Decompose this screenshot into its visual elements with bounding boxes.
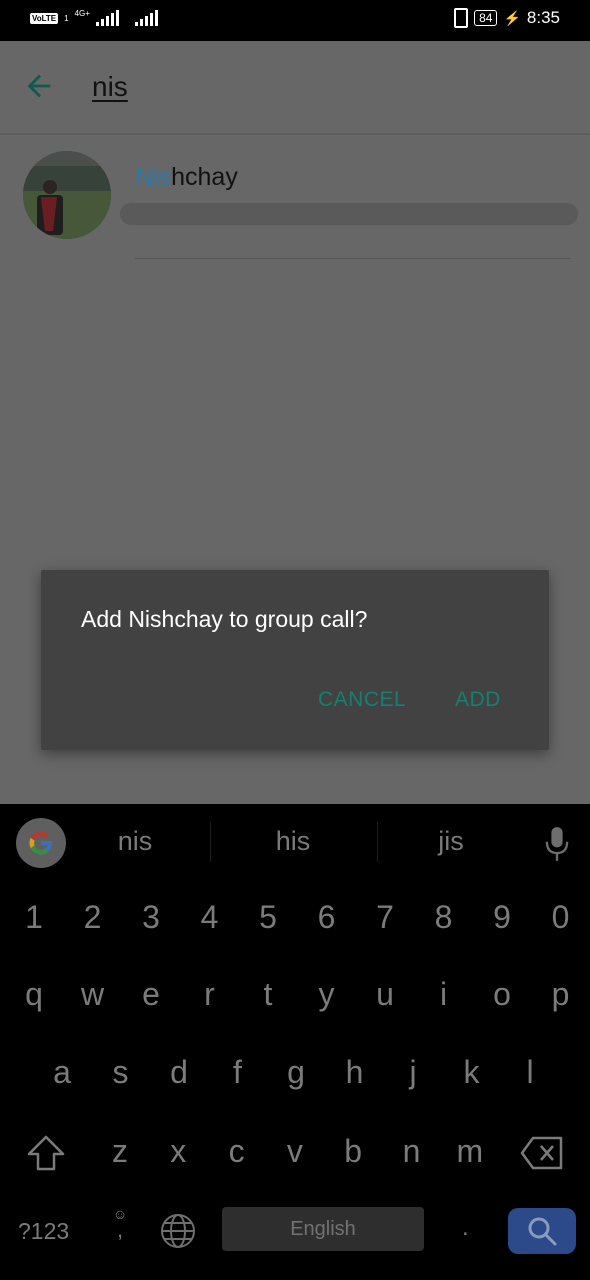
contact-subtitle-redacted: [120, 203, 578, 225]
suggestion-separator: [210, 822, 211, 862]
key-0[interactable]: 0: [532, 899, 590, 936]
backspace-icon[interactable]: [519, 1135, 565, 1171]
back-arrow-icon[interactable]: [22, 69, 56, 103]
space-bar[interactable]: English: [222, 1207, 424, 1251]
dialog-message: Add Nishchay to group call?: [81, 606, 368, 632]
key-l[interactable]: l: [501, 1054, 559, 1091]
contact-name-rest: hchay: [171, 163, 238, 191]
key-4[interactable]: 4: [181, 899, 239, 936]
signal-strength-icon-sim2: [134, 10, 158, 26]
key-9[interactable]: 9: [473, 899, 531, 936]
suggestion-2[interactable]: his: [233, 826, 353, 857]
comma-emoji-key[interactable]: ☺ ,: [108, 1207, 132, 1242]
suggestion-separator: [377, 822, 378, 862]
key-q[interactable]: q: [5, 976, 63, 1013]
key-5[interactable]: 5: [239, 899, 297, 936]
comma-label: ,: [116, 1217, 124, 1242]
key-t[interactable]: t: [239, 976, 297, 1013]
key-h[interactable]: h: [326, 1054, 384, 1091]
contact-list-item[interactable]: Nishchay: [0, 141, 590, 261]
number-row: 1234567890: [0, 899, 590, 977]
contact-avatar: [23, 151, 111, 239]
contact-name: Nishchay: [135, 163, 238, 192]
key-v[interactable]: v: [266, 1133, 324, 1170]
key-6[interactable]: 6: [298, 899, 356, 936]
period-key[interactable]: .: [462, 1214, 469, 1242]
search-toolbar: nis: [0, 41, 590, 135]
letter-row-3: zxcvbnm: [0, 1133, 590, 1211]
suggestion-strip: nis his jis: [0, 804, 590, 879]
key-1[interactable]: 1: [5, 899, 63, 936]
contact-name-match: Nis: [135, 163, 172, 191]
key-a[interactable]: a: [33, 1054, 91, 1091]
status-right: 84 ⚡ 8:35: [454, 8, 560, 28]
google-g-icon[interactable]: [16, 818, 66, 868]
key-d[interactable]: d: [150, 1054, 208, 1091]
volte-icon: VoLTE: [30, 12, 59, 24]
microphone-icon[interactable]: [543, 826, 571, 862]
key-i[interactable]: i: [415, 976, 473, 1013]
network-type-label: 4G+: [74, 9, 90, 18]
key-o[interactable]: o: [473, 976, 531, 1013]
add-to-group-call-dialog: Add Nishchay to group call? CANCEL ADD: [41, 570, 549, 750]
suggestion-1[interactable]: nis: [75, 826, 195, 857]
key-p[interactable]: p: [532, 976, 590, 1013]
shift-icon[interactable]: [25, 1133, 67, 1173]
key-f[interactable]: f: [209, 1054, 267, 1091]
key-s[interactable]: s: [92, 1054, 150, 1091]
key-3[interactable]: 3: [122, 899, 180, 936]
search-input[interactable]: nis: [92, 71, 128, 103]
globe-icon[interactable]: [160, 1213, 196, 1249]
key-z[interactable]: z: [91, 1133, 149, 1170]
search-icon: [528, 1217, 557, 1246]
letter-row-1: qwertyuiop: [0, 976, 590, 1054]
key-2[interactable]: 2: [64, 899, 122, 936]
soft-keyboard: nis his jis 1234567890 qwertyuiop asdfgh…: [0, 804, 590, 1280]
signal-strength-icon: [95, 10, 119, 26]
add-button[interactable]: ADD: [455, 688, 501, 712]
list-divider: [135, 258, 571, 259]
key-g[interactable]: g: [267, 1054, 325, 1091]
key-b[interactable]: b: [324, 1133, 382, 1170]
suggestion-3[interactable]: jis: [391, 826, 511, 857]
cancel-button[interactable]: CANCEL: [318, 688, 406, 712]
battery-icon: 84: [474, 10, 498, 26]
letter-row-2: asdfghjkl: [0, 1054, 590, 1132]
key-j[interactable]: j: [384, 1054, 442, 1091]
key-m[interactable]: m: [441, 1133, 499, 1170]
key-u[interactable]: u: [356, 976, 414, 1013]
key-8[interactable]: 8: [415, 899, 473, 936]
key-y[interactable]: y: [298, 976, 356, 1013]
key-x[interactable]: x: [149, 1133, 207, 1170]
key-r[interactable]: r: [181, 976, 239, 1013]
status-bar: VoLTE 1 4G+ 84 ⚡ 8:35: [0, 0, 590, 41]
key-e[interactable]: e: [122, 976, 180, 1013]
key-7[interactable]: 7: [356, 899, 414, 936]
status-left: VoLTE 1 4G+: [30, 10, 158, 26]
search-action-key[interactable]: [508, 1208, 576, 1254]
clock: 8:35: [526, 8, 560, 27]
charging-icon: ⚡: [503, 9, 521, 26]
key-c[interactable]: c: [208, 1133, 266, 1170]
key-k[interactable]: k: [443, 1054, 501, 1091]
vibrate-icon: [454, 8, 469, 28]
sim-slot-indicator: 1: [64, 13, 69, 23]
symbols-key[interactable]: ?123: [18, 1218, 69, 1245]
key-w[interactable]: w: [64, 976, 122, 1013]
key-n[interactable]: n: [383, 1133, 441, 1170]
